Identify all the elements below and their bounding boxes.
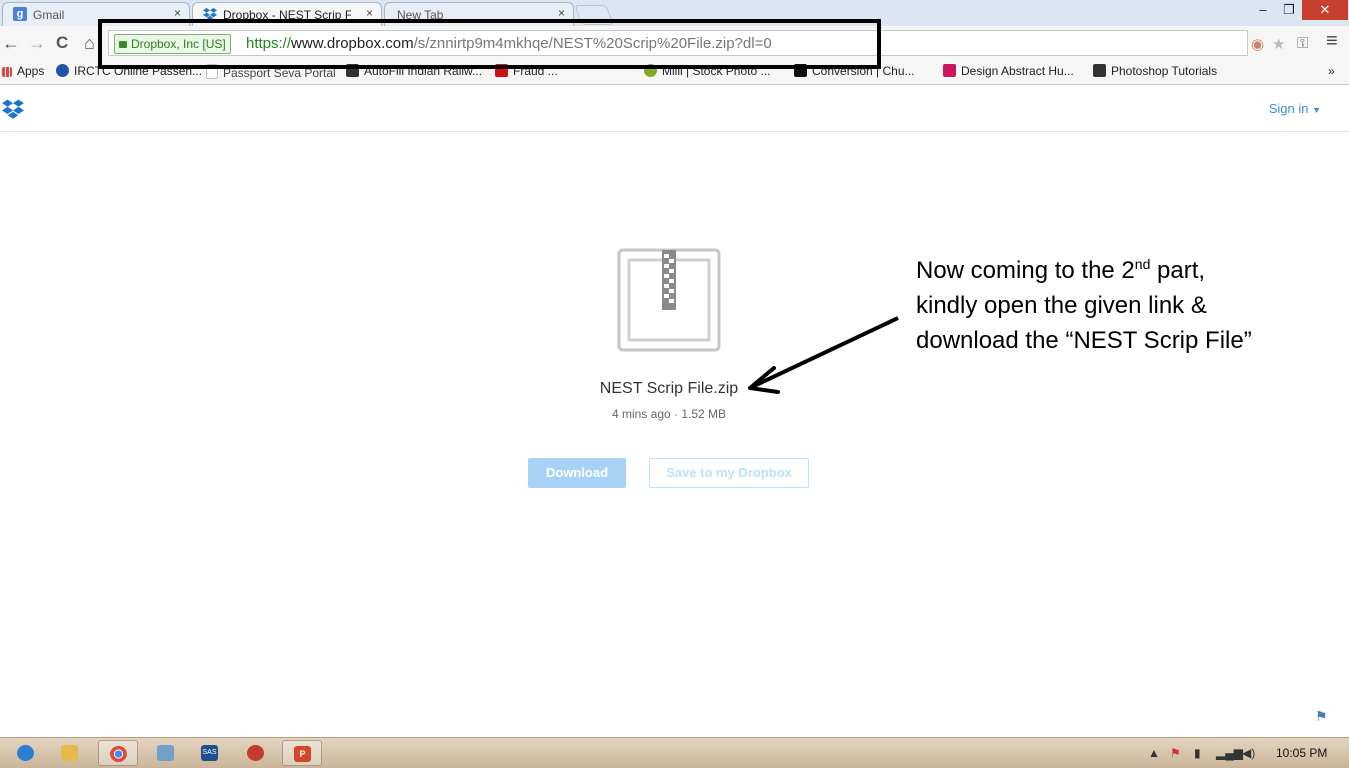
start-button[interactable] xyxy=(6,740,46,766)
bookmarks-overflow-button[interactable]: » xyxy=(1328,64,1335,78)
zip-file-icon xyxy=(617,248,721,352)
taskbar-explorer[interactable] xyxy=(50,740,90,766)
chrome-menu-icon[interactable]: ≡ xyxy=(1326,31,1338,51)
callout-line-3: download the “NEST Scrip File” xyxy=(916,327,1252,354)
caret-down-icon: ▼ xyxy=(1312,105,1321,115)
annotation-arrow xyxy=(748,316,899,394)
explorer-icon xyxy=(61,745,78,761)
pv-icon xyxy=(943,64,956,77)
file-name: NEST Scrip File.zip xyxy=(599,380,739,397)
volume-icon[interactable]: ◀) xyxy=(1242,746,1255,760)
tray-expand-icon[interactable]: ▲ xyxy=(1148,746,1160,760)
bookmark-photoshop[interactable]: Photoshop Tutorials xyxy=(1093,64,1217,78)
sign-in-label: Sign in xyxy=(1268,101,1309,116)
paint-icon xyxy=(247,745,264,761)
home-button[interactable]: ⌂ xyxy=(84,33,95,53)
callout-line-1: Now coming to the 2nd part, xyxy=(916,256,1206,284)
download-button[interactable]: Download xyxy=(528,458,626,488)
report-flag-icon[interactable]: ⚑ xyxy=(1315,708,1328,725)
action-center-icon[interactable]: ⚑ xyxy=(1170,746,1181,760)
forward-button[interactable]: → xyxy=(28,33,46,53)
taskbar-notepad[interactable] xyxy=(146,740,186,766)
taskbar-sas[interactable]: SAS xyxy=(190,740,230,766)
sign-in-link[interactable]: Sign in ▼ xyxy=(1269,101,1321,116)
bookmark-apps[interactable]: Apps xyxy=(2,64,44,78)
tab-close-icon[interactable]: × xyxy=(558,6,565,20)
notepad-icon xyxy=(157,745,174,761)
apps-grid-icon xyxy=(2,67,12,77)
irctc-icon xyxy=(56,64,69,77)
tab-close-icon[interactable]: × xyxy=(366,6,373,20)
ps-icon xyxy=(1093,64,1106,77)
ie-icon xyxy=(17,745,34,761)
dropbox-header: Sign in ▼ xyxy=(0,85,1349,132)
annotation-highlight-box xyxy=(98,19,881,69)
restore-button[interactable]: ❐ xyxy=(1276,0,1302,20)
bookmark-design-abstract[interactable]: Design Abstract Hu... xyxy=(943,64,1074,78)
back-button[interactable]: ← xyxy=(2,33,20,53)
network-icon[interactable]: ▂▄▆ xyxy=(1216,746,1243,760)
windows-taskbar: SAS P ▲ ⚑ ▮ ▂▄▆ ◀) 10:05 PM xyxy=(0,737,1349,768)
google-icon: g xyxy=(13,7,27,21)
minimize-button[interactable]: – xyxy=(1250,0,1276,20)
extension-icon[interactable]: ◉ xyxy=(1251,35,1264,53)
bookmark-star-icon[interactable]: ★ xyxy=(1272,35,1285,53)
callout-line-2: kindly open the given link & xyxy=(916,292,1207,319)
sas-icon: SAS xyxy=(201,745,218,761)
taskbar-chrome[interactable] xyxy=(98,740,138,766)
chrome-icon xyxy=(110,746,127,762)
taskbar-clock[interactable]: 10:05 PM xyxy=(1276,746,1327,760)
taskbar-powerpoint[interactable]: P xyxy=(282,740,322,766)
close-window-button[interactable]: ✕ xyxy=(1302,0,1348,20)
annotation-callout: Now coming to the 2nd part, kindly open … xyxy=(916,247,1336,358)
save-to-dropbox-button[interactable]: Save to my Dropbox xyxy=(649,458,809,488)
bookmark-label: Photoshop Tutorials xyxy=(1111,64,1218,78)
tab-close-icon[interactable]: × xyxy=(174,6,181,20)
key-icon[interactable]: ⚿ xyxy=(1297,35,1308,52)
bookmark-label: Apps xyxy=(17,64,45,78)
bookmark-label: Design Abstract Hu... xyxy=(961,64,1074,78)
taskbar-paint[interactable] xyxy=(236,740,276,766)
tab-title: Gmail xyxy=(33,8,65,22)
reload-button[interactable]: C xyxy=(56,33,68,53)
powerpoint-icon: P xyxy=(294,746,311,762)
battery-icon[interactable]: ▮ xyxy=(1194,746,1201,760)
dropbox-logo-icon[interactable] xyxy=(2,98,24,120)
file-meta: 4 mins ago · 1.52 MB xyxy=(611,407,727,421)
